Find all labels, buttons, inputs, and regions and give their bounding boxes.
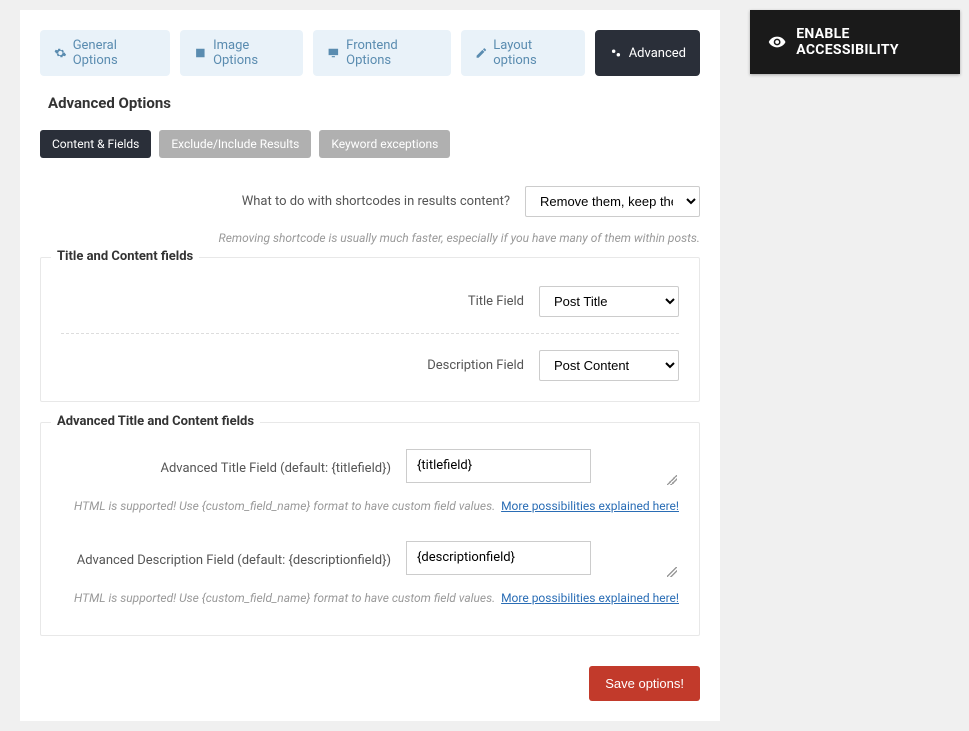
eye-icon <box>768 32 786 52</box>
title-field-select[interactable]: Post Title <box>539 286 679 317</box>
adv-desc-textarea[interactable] <box>406 541 591 575</box>
title-content-fieldset: Title and Content fields Title Field Pos… <box>40 257 700 402</box>
cogs-icon <box>609 46 623 60</box>
adv-title-textarea[interactable] <box>406 449 591 483</box>
advanced-fieldset: Advanced Title and Content fields Advanc… <box>40 422 700 636</box>
section-title: Advanced Options <box>48 94 700 112</box>
shortcode-select[interactable]: Remove them, keep the content <box>525 186 700 217</box>
tab-image-options[interactable]: Image Options <box>180 30 303 76</box>
tab-label: Layout options <box>493 38 570 68</box>
enable-accessibility-button[interactable]: ENABLE ACCESSIBILITY <box>750 10 960 74</box>
adv-help-text: HTML is supported! Use {custom_field_nam… <box>74 591 495 605</box>
subtab-exclude-include[interactable]: Exclude/Include Results <box>159 130 311 158</box>
tab-label: Frontend Options <box>346 38 436 68</box>
title-content-legend: Title and Content fields <box>51 249 199 264</box>
tab-advanced[interactable]: Advanced <box>595 30 700 76</box>
subtab-content-fields[interactable]: Content & Fields <box>40 130 151 158</box>
adv-desc-row: Advanced Description Field (default: {de… <box>61 533 679 581</box>
subtab-keyword-exceptions[interactable]: Keyword exceptions <box>319 130 450 158</box>
adv-help-link[interactable]: More possibilities explained here! <box>501 499 679 513</box>
save-button[interactable]: Save options! <box>589 666 700 701</box>
monitor-icon <box>327 46 340 60</box>
title-field-row: Title Field Post Title <box>61 276 679 327</box>
tab-label: Image Options <box>213 38 289 68</box>
description-field-row: Description Field Post Content <box>61 340 679 391</box>
save-row: Save options! <box>40 666 700 701</box>
sub-tabs-row: Content & Fields Exclude/Include Results… <box>40 130 700 158</box>
adv-help-link[interactable]: More possibilities explained here! <box>501 591 679 605</box>
title-field-label: Title Field <box>468 294 524 309</box>
accessibility-label: ENABLE ACCESSIBILITY <box>796 26 942 58</box>
shortcode-row: What to do with shortcodes in results co… <box>40 176 700 227</box>
adv-help-text: HTML is supported! Use {custom_field_nam… <box>74 499 495 513</box>
adv-title-help: HTML is supported! Use {custom_field_nam… <box>61 499 679 513</box>
settings-panel: General Options Image Options Frontend O… <box>20 10 720 721</box>
tabs-row: General Options Image Options Frontend O… <box>40 30 700 76</box>
tab-label: Advanced <box>629 46 686 61</box>
advanced-legend: Advanced Title and Content fields <box>51 414 260 429</box>
image-icon <box>194 46 207 60</box>
shortcode-help: Removing shortcode is usually much faste… <box>40 231 700 245</box>
gear-icon <box>54 46 67 60</box>
description-field-select[interactable]: Post Content <box>539 350 679 381</box>
shortcode-label: What to do with shortcodes in results co… <box>242 194 510 209</box>
adv-desc-label: Advanced Description Field (default: {de… <box>61 553 391 568</box>
tab-general-options[interactable]: General Options <box>40 30 170 76</box>
description-field-label: Description Field <box>427 358 524 373</box>
tab-label: General Options <box>73 38 157 68</box>
adv-title-label: Advanced Title Field (default: {titlefie… <box>61 461 391 476</box>
tab-frontend-options[interactable]: Frontend Options <box>313 30 450 76</box>
tab-layout-options[interactable]: Layout options <box>461 30 585 76</box>
adv-desc-help: HTML is supported! Use {custom_field_nam… <box>61 591 679 605</box>
separator <box>61 333 679 334</box>
pencil-icon <box>475 46 488 60</box>
adv-title-row: Advanced Title Field (default: {titlefie… <box>61 441 679 489</box>
